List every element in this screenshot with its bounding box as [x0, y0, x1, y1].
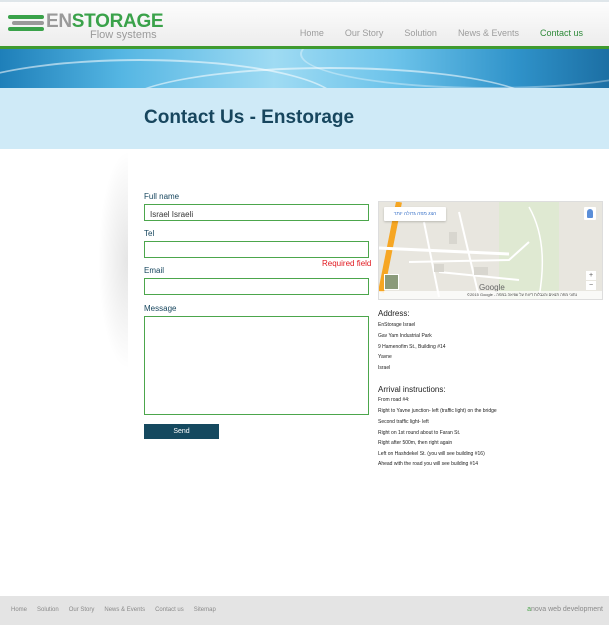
- address-line: Gav Yam Industrial Park: [378, 333, 432, 339]
- arrival-heading: Arrival instructions:: [378, 385, 446, 394]
- address-line: Israel: [378, 365, 391, 371]
- arrival-line: Right to Yavne junction- left (traffic l…: [378, 408, 497, 414]
- page: ENSTORAGE Flow systems Home Our Story So…: [0, 0, 609, 625]
- enstorage-logo[interactable]: ENSTORAGE Flow systems: [8, 11, 168, 43]
- arrival-line: Left on Hashdekel St. (you will see buil…: [378, 451, 485, 457]
- nav-item-contact-us[interactable]: Contact us: [540, 28, 583, 38]
- footer-link-our-story[interactable]: Our Story: [69, 607, 95, 613]
- message-textarea[interactable]: [144, 316, 369, 415]
- email-label: Email: [144, 266, 165, 275]
- send-button[interactable]: Send: [144, 424, 219, 439]
- page-title: Contact Us - Enstorage: [144, 107, 355, 128]
- arrival-line: From road #4:: [378, 397, 410, 403]
- address-line: EnStorage Israel: [378, 322, 416, 328]
- street-view-icon[interactable]: [584, 207, 596, 220]
- nav-item-solution[interactable]: Solution: [404, 28, 437, 38]
- footer-link-sitemap[interactable]: Sitemap: [194, 607, 216, 613]
- tel-error-message: Required field: [322, 259, 372, 268]
- nav-item-news-events[interactable]: News & Events: [458, 28, 519, 38]
- enlarge-map-link[interactable]: הצג מפה גדולה יותר: [384, 207, 446, 221]
- logo-bars-icon: [8, 13, 48, 33]
- header-banner: [0, 49, 609, 88]
- site-footer: Home Solution Our Story News & Events Co…: [0, 596, 609, 625]
- address-heading: Address:: [378, 309, 410, 318]
- full-name-input[interactable]: Israel Israeli: [144, 204, 369, 221]
- arrival-line: Ahead with the road you will see buildin…: [378, 461, 479, 467]
- tel-input[interactable]: [144, 241, 369, 258]
- logo-tagline: Flow systems: [90, 29, 157, 41]
- nav-item-our-story[interactable]: Our Story: [345, 28, 384, 38]
- nav-item-home[interactable]: Home: [300, 28, 324, 38]
- location-map[interactable]: הצג מפה גדולה יותר + − Google ©2015 Goog…: [378, 201, 603, 300]
- footer-link-solution[interactable]: Solution: [37, 607, 59, 613]
- arrival-line: Second traffic light- left: [378, 419, 429, 425]
- main-nav: Home Our Story Solution News & Events Co…: [279, 28, 583, 38]
- content-shadow: [98, 150, 128, 370]
- footer-links: Home Solution Our Story News & Events Co…: [11, 607, 226, 613]
- arrival-line: Right on 1st round about to Faran St.: [378, 430, 461, 436]
- email-input[interactable]: [144, 278, 369, 295]
- message-label: Message: [144, 304, 177, 313]
- address-line: Yavne: [378, 354, 392, 360]
- footer-link-home[interactable]: Home: [11, 607, 27, 613]
- footer-link-contact-us[interactable]: Contact us: [155, 607, 184, 613]
- arrival-line: Right after 500m, then right again: [378, 440, 453, 446]
- site-header: ENSTORAGE Flow systems Home Our Story So…: [0, 0, 609, 47]
- satellite-toggle[interactable]: [384, 274, 399, 290]
- footer-link-news-events[interactable]: News & Events: [104, 607, 145, 613]
- address-line: 9 Hamenofim St., Building #14: [378, 344, 446, 350]
- zoom-out-button[interactable]: −: [586, 281, 596, 290]
- anova-credit-link[interactable]: anova web development: [527, 606, 603, 613]
- tel-label: Tel: [144, 229, 155, 238]
- zoom-in-button[interactable]: +: [586, 271, 596, 280]
- title-band: Contact Us - Enstorage: [0, 88, 609, 149]
- full-name-label: Full name: [144, 192, 180, 201]
- map-attribution: ©2015 Google - נתוני מפה תנאים והגבלות ד…: [379, 291, 602, 299]
